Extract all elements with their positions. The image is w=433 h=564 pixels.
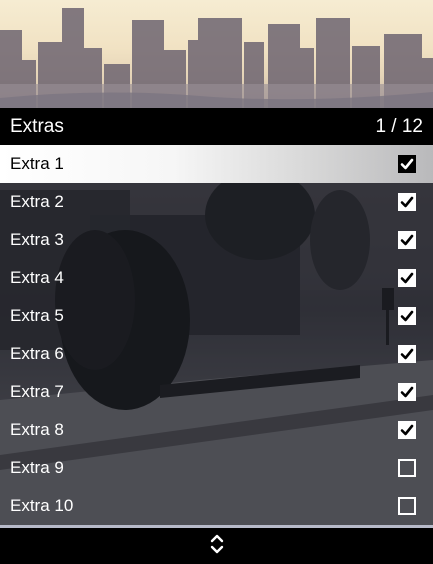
checkmark-icon	[400, 310, 414, 322]
menu-item-extra-9[interactable]: Extra 9	[0, 449, 433, 487]
menu-counter: 1 / 12	[375, 115, 423, 137]
checkmark-icon	[400, 234, 414, 246]
checkmark-icon	[400, 196, 414, 208]
extra-3-checkbox[interactable]	[398, 231, 416, 249]
skyline-image	[0, 8, 433, 108]
checkmark-icon	[400, 158, 414, 170]
game-screen: Extras 1 / 12 Extra 1 Extra 2 Extra 3 Extra…	[0, 0, 433, 564]
extra-5-checkbox[interactable]	[398, 307, 416, 325]
checkmark-icon	[400, 272, 414, 284]
menu-item-label: Extra 7	[10, 382, 64, 401]
extra-9-checkbox[interactable]	[398, 459, 416, 477]
menu-item-extra-2[interactable]: Extra 2	[0, 183, 433, 221]
menu-item-label: Extra 2	[10, 192, 64, 211]
menu-item-extra-1[interactable]: Extra 1	[0, 145, 433, 183]
menu-item-label: Extra 3	[10, 230, 64, 249]
menu-item-label: Extra 10	[10, 496, 74, 515]
menu-item-extra-10[interactable]: Extra 10	[0, 487, 433, 525]
checkmark-icon	[400, 348, 414, 360]
menu-item-label: Extra 8	[10, 420, 64, 439]
extra-2-checkbox[interactable]	[398, 193, 416, 211]
menu-footer[interactable]	[0, 528, 433, 564]
extra-6-checkbox[interactable]	[398, 345, 416, 363]
checkmark-icon	[400, 424, 414, 436]
menu-item-label: Extra 6	[10, 344, 64, 363]
menu-item-extra-6[interactable]: Extra 6	[0, 335, 433, 373]
up-down-arrows-icon	[209, 532, 225, 561]
extra-1-checkbox[interactable]	[398, 155, 416, 173]
menu-item-extra-4[interactable]: Extra 4	[0, 259, 433, 297]
menu-item-label: Extra 5	[10, 306, 64, 325]
extra-8-checkbox[interactable]	[398, 421, 416, 439]
extra-10-checkbox[interactable]	[398, 497, 416, 515]
menu-item-extra-5[interactable]: Extra 5	[0, 297, 433, 335]
menu-item-extra-8[interactable]: Extra 8	[0, 411, 433, 449]
menu-item-extra-7[interactable]: Extra 7	[0, 373, 433, 411]
extra-4-checkbox[interactable]	[398, 269, 416, 287]
menu-banner	[0, 0, 433, 108]
extra-7-checkbox[interactable]	[398, 383, 416, 401]
menu-item-label: Extra 1	[10, 154, 64, 173]
extras-list: Extra 1 Extra 2 Extra 3 Extra 4 Extra 5 Extra…	[0, 145, 433, 525]
menu-header: Extras 1 / 12	[0, 108, 433, 145]
menu-item-label: Extra 4	[10, 268, 64, 287]
menu-title: Extras	[10, 115, 64, 137]
checkmark-icon	[400, 386, 414, 398]
menu-item-extra-3[interactable]: Extra 3	[0, 221, 433, 259]
menu-item-label: Extra 9	[10, 458, 64, 477]
